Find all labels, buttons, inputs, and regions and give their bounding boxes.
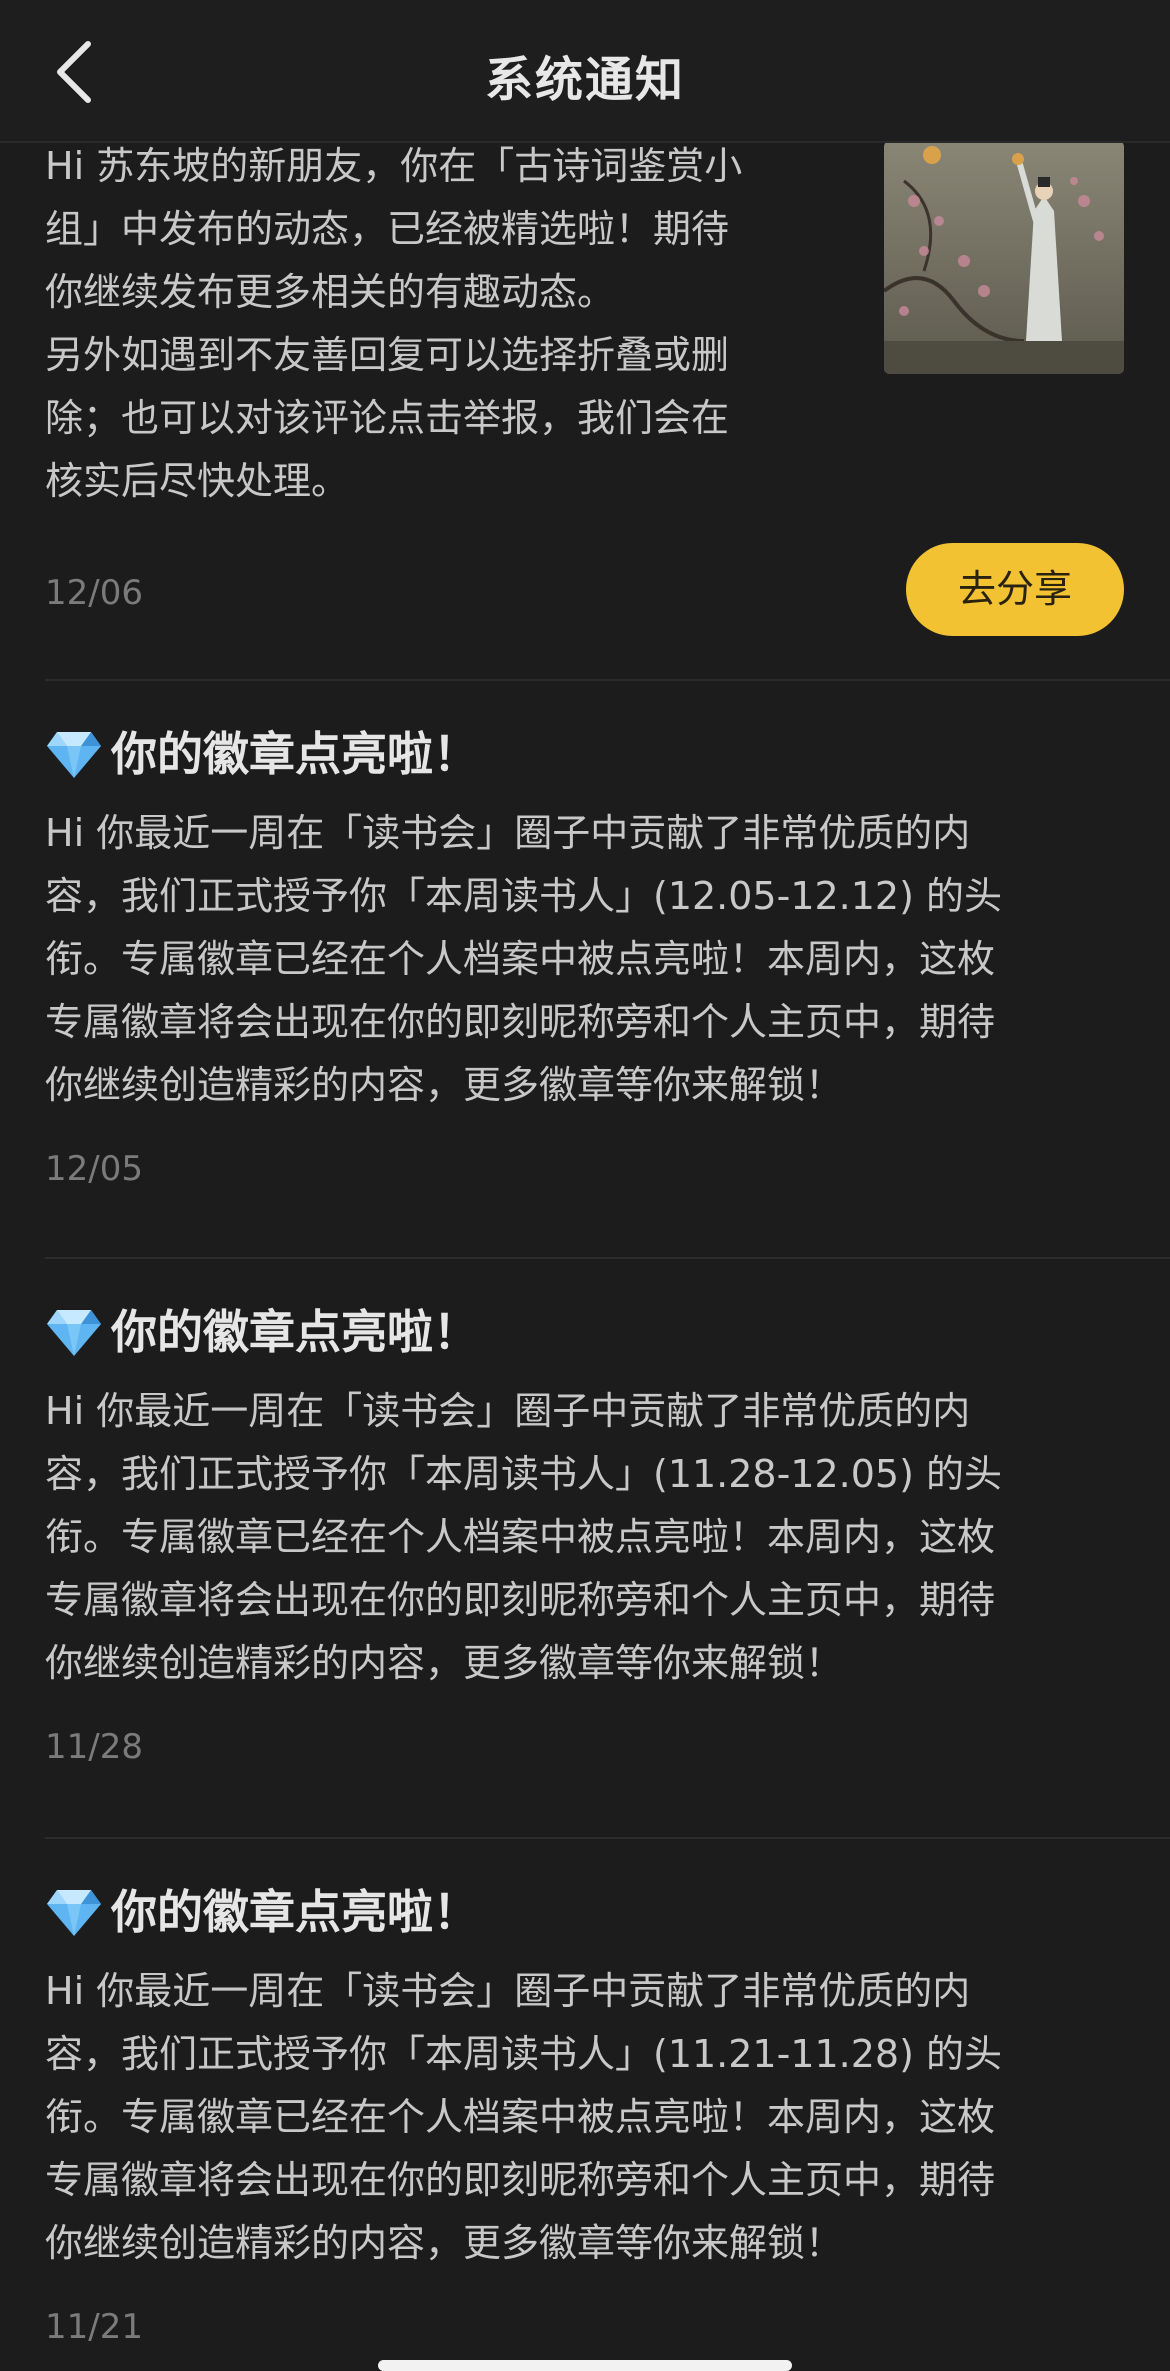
notification-title-row: 你的徽章点亮啦！	[45, 724, 1125, 784]
notification-body-line: 衔。专属徽章已经在个人档案中被点亮啦！本周内，这枚	[45, 1515, 996, 1559]
share-button[interactable]: 去分享	[906, 543, 1124, 636]
divider	[45, 1257, 1170, 1259]
page-title: 系统通知	[484, 52, 685, 108]
notification-body-line: 你继续创造精彩的内容，更多徽章等你来解锁！	[45, 1641, 844, 1685]
notification-title-row: 你的徽章点亮啦！	[45, 1302, 1125, 1362]
notification-body-line: Hi 你最近一周在「读书会」圈子中贡献了非常优质的内	[45, 1389, 971, 1433]
notification-date: 12/05	[45, 1149, 143, 1189]
notification-body-line: 专属徽章将会出现在你的即刻昵称旁和个人主页中，期待	[45, 1000, 996, 1044]
notification-body-line: 容，我们正式授予你「本周读书人」(11.28-12.05) 的头	[45, 1452, 1003, 1496]
notification-body-line: 你继续创造精彩的内容，更多徽章等你来解锁！	[45, 2221, 844, 2265]
notification-body-line: 核实后尽快处理。	[45, 459, 350, 503]
notification-title: 你的徽章点亮啦！	[111, 727, 479, 781]
notification-body-line: 你继续发布更多相关的有趣动态。	[45, 270, 616, 314]
gem-icon	[47, 1310, 101, 1356]
poet-painting-image	[884, 141, 1124, 374]
notification-list[interactable]: Hi 苏东坡的新朋友，你在「古诗词鉴赏小 组」中发布的动态，已经被精选啦！期待 …	[0, 141, 1170, 2371]
notification-body-line: Hi 你最近一周在「读书会」圈子中贡献了非常优质的内	[45, 811, 971, 855]
gem-icon	[47, 732, 101, 778]
notification-body-line: 容，我们正式授予你「本周读书人」(11.21-11.28) 的头	[45, 2032, 1003, 2076]
notification-item[interactable]: 你的徽章点亮啦！ Hi 你最近一周在「读书会」圈子中贡献了非常优质的内 容，我们…	[45, 1302, 1125, 1767]
notification-body-line: 衔。专属徽章已经在个人档案中被点亮啦！本周内，这枚	[45, 2095, 996, 2139]
notification-item[interactable]: 你的徽章点亮啦！ Hi 你最近一周在「读书会」圈子中贡献了非常优质的内 容，我们…	[45, 724, 1125, 1189]
divider	[45, 679, 1170, 681]
post-thumbnail[interactable]	[884, 141, 1124, 374]
notification-title: 你的徽章点亮啦！	[111, 1305, 479, 1359]
notification-item: Hi 苏东坡的新朋友，你在「古诗词鉴赏小 组」中发布的动态，已经被精选啦！期待 …	[45, 141, 1125, 636]
notification-body-line: 你继续创造精彩的内容，更多徽章等你来解锁！	[45, 1063, 844, 1107]
notification-body-line: 专属徽章将会出现在你的即刻昵称旁和个人主页中，期待	[45, 1578, 996, 1622]
home-indicator[interactable]	[378, 2360, 792, 2371]
notification-date: 12/06	[45, 573, 143, 613]
notification-body-line: 容，我们正式授予你「本周读书人」(12.05-12.12) 的头	[45, 874, 1003, 918]
notification-title-row: 你的徽章点亮啦！	[45, 1882, 1125, 1942]
notification-date: 11/28	[45, 1727, 143, 1767]
divider	[45, 1837, 1170, 1839]
notification-body-line: 组」中发布的动态，已经被精选啦！期待	[45, 207, 730, 251]
notification-body-line: 另外如遇到不友善回复可以选择折叠或删	[45, 333, 730, 377]
notification-item[interactable]: 你的徽章点亮啦！ Hi 你最近一周在「读书会」圈子中贡献了非常优质的内 容，我们…	[45, 1882, 1125, 2347]
notification-title: 你的徽章点亮啦！	[111, 1885, 479, 1939]
notification-body-line: Hi 苏东坡的新朋友，你在「古诗词鉴赏小	[45, 144, 743, 188]
notification-body-line: 除；也可以对该评论点击举报，我们会在	[45, 396, 730, 440]
notification-body-line: 衔。专属徽章已经在个人档案中被点亮啦！本周内，这枚	[45, 937, 996, 981]
notification-body-line: 专属徽章将会出现在你的即刻昵称旁和个人主页中，期待	[45, 2158, 996, 2202]
gem-icon	[47, 1890, 101, 1936]
nav-bar: 系统通知	[0, 0, 1170, 143]
notification-body-line: Hi 你最近一周在「读书会」圈子中贡献了非常优质的内	[45, 1969, 971, 2013]
notification-date: 11/21	[45, 2307, 143, 2347]
